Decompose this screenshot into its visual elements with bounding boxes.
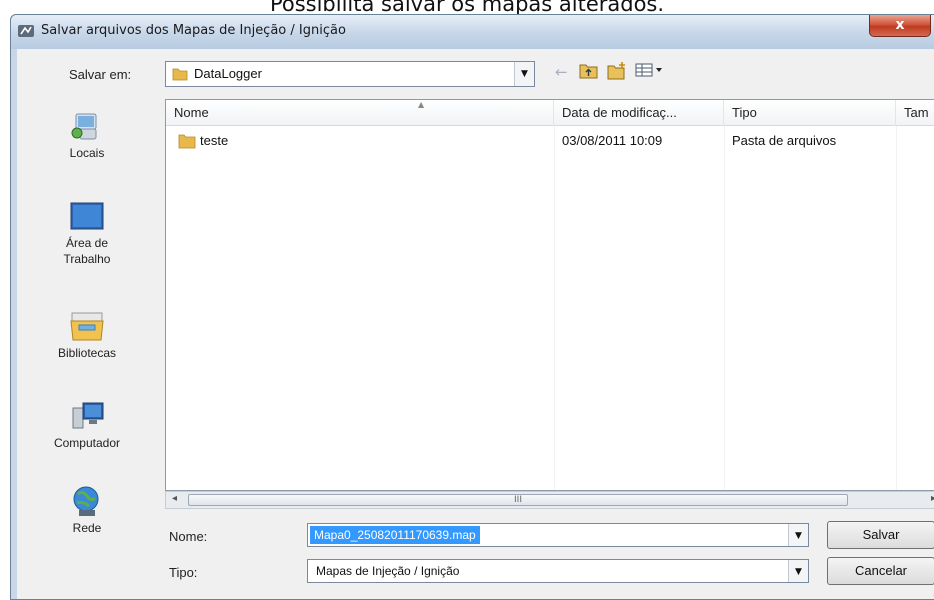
place-recent[interactable]: Locais xyxy=(17,109,157,161)
dialog-body: Salvar em: DataLogger ▼ ← Locais Área de… xyxy=(17,49,934,599)
place-label: Área de Trabalho xyxy=(63,236,111,266)
chevron-down-icon[interactable]: ▼ xyxy=(788,524,808,546)
column-size[interactable]: Tam xyxy=(896,100,934,126)
place-label: Rede xyxy=(72,521,102,535)
filetype-dropdown[interactable]: Mapas de Injeção / Ignição ▼ xyxy=(307,559,809,583)
chevron-down-icon[interactable]: ▼ xyxy=(788,560,808,582)
horizontal-scrollbar[interactable]: ◂ III ▸ xyxy=(165,491,934,509)
column-name[interactable]: Nome xyxy=(166,100,554,126)
filename-value: Mapa0_25082011170639.map xyxy=(310,526,480,544)
file-type: Pasta de arquivos xyxy=(732,133,837,148)
libraries-icon xyxy=(70,312,104,341)
place-network[interactable]: Rede xyxy=(17,484,157,536)
cancel-button[interactable]: Cancelar xyxy=(827,557,934,585)
save-dialog: Salvar arquivos dos Mapas de Injeção / I… xyxy=(10,14,934,600)
filename-input[interactable]: Mapa0_25082011170639.map ▼ xyxy=(307,523,809,547)
scroll-thumb[interactable]: III xyxy=(188,494,848,506)
filetype-label: Tipo: xyxy=(169,565,198,580)
up-folder-icon[interactable] xyxy=(579,62,599,80)
place-desktop[interactable]: Área de Trabalho xyxy=(17,199,157,267)
column-divider xyxy=(724,126,725,490)
column-header-row: Nome ▲ Data de modificaç... Tipo Tam xyxy=(166,100,934,126)
folder-icon xyxy=(178,134,196,149)
column-divider xyxy=(896,126,897,490)
computer-icon xyxy=(72,402,104,429)
place-label: Locais xyxy=(69,146,105,160)
sort-up-icon: ▲ xyxy=(418,100,425,109)
new-folder-icon[interactable] xyxy=(607,61,627,80)
filename-label: Nome: xyxy=(169,529,208,544)
column-modified[interactable]: Data de modificaç... xyxy=(554,100,724,126)
window-title: Salvar arquivos dos Mapas de Injeção / I… xyxy=(41,23,346,38)
save-in-value: DataLogger xyxy=(194,66,262,81)
place-label: Bibliotecas xyxy=(57,346,117,360)
view-menu-icon[interactable] xyxy=(635,62,665,78)
file-list[interactable]: Nome ▲ Data de modificaç... Tipo Tam tes… xyxy=(165,99,934,491)
save-button[interactable]: Salvar xyxy=(827,521,934,549)
save-in-label: Salvar em: xyxy=(69,67,132,82)
places-bar: Locais Área de Trabalho Bibliotecas Comp… xyxy=(17,99,157,599)
close-button[interactable]: x xyxy=(869,15,931,37)
folder-icon xyxy=(172,68,188,81)
file-name: teste xyxy=(200,133,229,148)
file-modified: 03/08/2011 10:09 xyxy=(562,133,663,148)
title-bar[interactable]: Salvar arquivos dos Mapas de Injeção / I… xyxy=(11,15,934,49)
column-type[interactable]: Tipo xyxy=(724,100,896,126)
place-libraries[interactable]: Bibliotecas xyxy=(17,309,157,361)
chevron-down-icon[interactable]: ▼ xyxy=(514,62,534,86)
place-computer[interactable]: Computador xyxy=(17,399,157,451)
network-icon xyxy=(73,486,99,516)
recent-places-icon xyxy=(71,113,97,140)
desktop-icon xyxy=(70,202,104,230)
scroll-left-icon[interactable]: ◂ xyxy=(172,493,177,504)
back-arrow-icon[interactable]: ← xyxy=(555,63,568,81)
file-row[interactable]: teste 03/08/2011 10:09 Pasta de arquivos xyxy=(166,130,934,152)
save-in-dropdown[interactable]: DataLogger ▼ xyxy=(165,61,535,87)
column-divider xyxy=(554,126,555,490)
app-icon xyxy=(18,25,34,37)
place-label: Computador xyxy=(53,436,121,450)
filetype-value: Mapas de Injeção / Ignição xyxy=(316,564,460,578)
